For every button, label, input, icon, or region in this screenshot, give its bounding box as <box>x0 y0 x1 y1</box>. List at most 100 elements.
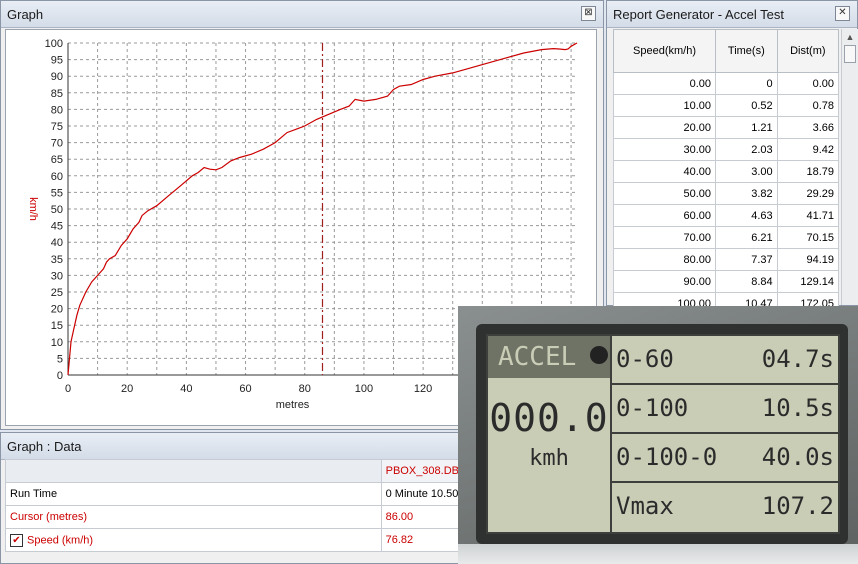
data-titlebar: Graph : Data <box>1 433 459 460</box>
scroll-up-icon[interactable]: ▲ <box>842 29 858 45</box>
x-tick-label: 0 <box>65 383 71 395</box>
table-row[interactable]: 90.00 8.84 129.14 <box>612 270 840 293</box>
report-cell: 94.19 <box>776 248 840 271</box>
report-column-header[interactable]: Time(s) <box>715 29 778 73</box>
run-time-label: Run Time <box>5 482 382 506</box>
y-tick-label: 5 <box>57 353 63 365</box>
cursor-label: Cursor (metres) <box>5 505 382 529</box>
report-cell: 8.84 <box>715 270 778 293</box>
y-tick-label: 50 <box>51 204 63 216</box>
report-cell: 3.00 <box>715 160 778 183</box>
lcd-row-value: 107.2 <box>761 492 834 520</box>
y-tick-label: 75 <box>51 121 63 133</box>
data-title: Graph : Data <box>7 438 82 454</box>
report-cell: 60.00 <box>612 204 717 227</box>
y-tick-label: 25 <box>51 287 63 299</box>
report-cell: 0.78 <box>776 94 840 117</box>
y-tick-label: 95 <box>51 55 63 67</box>
lcd-row-0-60: 0-60 04.7s <box>612 336 838 385</box>
report-cell: 90.00 <box>612 270 717 293</box>
y-tick-label: 45 <box>51 221 63 233</box>
report-cell: 29.29 <box>776 182 840 205</box>
table-row[interactable]: 40.00 3.00 18.79 <box>612 160 840 183</box>
report-cell: 9.42 <box>776 138 840 161</box>
x-tick-label: 100 <box>355 383 373 395</box>
y-tick-label: 100 <box>45 38 63 50</box>
report-cell: 50.00 <box>612 182 717 205</box>
report-cell: 3.66 <box>776 116 840 139</box>
graph-close-icon[interactable]: ⊠ <box>581 6 596 21</box>
x-tick-label: 60 <box>239 383 251 395</box>
lcd-row-key: Vmax <box>616 492 674 520</box>
y-tick-label: 80 <box>51 104 63 116</box>
y-tick-label: 65 <box>51 154 63 166</box>
report-cell: 18.79 <box>776 160 840 183</box>
y-tick-label: 0 <box>57 370 63 382</box>
table-row[interactable]: 50.00 3.82 29.29 <box>612 182 840 205</box>
y-tick-label: 10 <box>51 337 63 349</box>
report-titlebar: Report Generator - Accel Test ✕ <box>607 1 857 28</box>
report-header-row: Speed(km/h) Time(s) Dist(m) <box>612 29 840 73</box>
report-cell: 7.37 <box>715 248 778 271</box>
lcd-row-0-100-0: 0-100-0 40.0s <box>612 434 838 483</box>
table-row[interactable]: Cursor (metres) 86.00 <box>5 505 462 529</box>
table-row[interactable]: 80.00 7.37 94.19 <box>612 248 840 271</box>
report-cell: 1.21 <box>715 116 778 139</box>
data-header-row: PBOX_308.DB <box>5 459 462 483</box>
y-tick-label: 85 <box>51 88 63 100</box>
table-row[interactable]: 30.00 2.03 9.42 <box>612 138 840 161</box>
report-cell: 70.15 <box>776 226 840 249</box>
lcd-row-key: 0-100-0 <box>616 443 718 471</box>
lcd-row-key: 0-60 <box>616 345 674 373</box>
report-cell: 0 <box>715 72 778 95</box>
x-tick-label: 80 <box>299 383 311 395</box>
speed-checkbox[interactable]: ✔ <box>10 533 23 547</box>
graph-data-table: PBOX_308.DB Run Time 0 Minute 10.50 Curs… <box>5 459 462 552</box>
x-tick-label: 20 <box>121 383 133 395</box>
y-tick-label: 30 <box>51 270 63 282</box>
report-cell: 0.52 <box>715 94 778 117</box>
report-cell: 40.00 <box>612 160 717 183</box>
lcd-speed-unit: kmh <box>529 446 569 471</box>
table-row[interactable]: 70.00 6.21 70.15 <box>612 226 840 249</box>
table-row[interactable]: 20.00 1.21 3.66 <box>612 116 840 139</box>
scroll-thumb[interactable] <box>844 45 856 63</box>
table-row[interactable]: ✔ Speed (km/h) 76.82 <box>5 528 462 552</box>
report-generator-panel: Report Generator - Accel Test ✕ Speed(km… <box>606 0 858 315</box>
graph-title: Graph <box>7 6 44 22</box>
file-header: PBOX_308.DB <box>380 459 462 483</box>
y-tick-label: 35 <box>51 254 63 266</box>
report-cell: 41.71 <box>776 204 840 227</box>
x-tick-label: 40 <box>180 383 192 395</box>
lcd-row-key: 0-100 <box>616 394 689 422</box>
report-table: Speed(km/h) Time(s) Dist(m) 0.00 0 0.00 10.00… <box>612 29 840 315</box>
lcd-row-0-100: 0-100 10.5s <box>612 385 838 434</box>
lcd-row-value: 10.5s <box>761 394 834 422</box>
report-cell: 4.63 <box>715 204 778 227</box>
report-close-icon[interactable]: ✕ <box>835 6 850 21</box>
speed-label: Speed (km/h) <box>27 533 94 546</box>
y-tick-label: 55 <box>51 187 63 199</box>
report-cell: 0.00 <box>612 72 717 95</box>
table-row[interactable]: 0.00 0 0.00 <box>612 72 840 95</box>
report-column-header[interactable]: Dist(m) <box>776 29 840 73</box>
report-cell: 129.14 <box>776 270 840 293</box>
report-cell: 0.00 <box>776 72 840 95</box>
y-tick-label: 20 <box>51 304 63 316</box>
report-column-header[interactable]: Speed(km/h) <box>612 29 717 73</box>
graph-data-panel: Graph : Data PBOX_308.DB Run Time 0 Minu… <box>0 432 462 564</box>
table-row[interactable]: 10.00 0.52 0.78 <box>612 94 840 117</box>
report-body: 0.00 0 0.00 10.00 0.52 0.78 20.00 1.21 3.66 30.00… <box>612 72 840 315</box>
x-axis-label: metres <box>276 399 310 411</box>
graph-titlebar: Graph ⊠ <box>1 1 603 28</box>
device-lcd: ACCEL 000.0 kmh 0-60 04.7s 0-100 10.5s 0… <box>486 334 840 534</box>
table-row[interactable]: 60.00 4.63 41.71 <box>612 204 840 227</box>
table-row[interactable]: Run Time 0 Minute 10.50 <box>5 482 462 506</box>
speed-value: 76.82 <box>380 528 462 552</box>
report-scrollbar[interactable]: ▲ <box>841 29 858 305</box>
report-cell: 6.21 <box>715 226 778 249</box>
y-tick-label: 60 <box>51 171 63 183</box>
lcd-row-value: 04.7s <box>761 345 834 373</box>
report-cell: 20.00 <box>612 116 717 139</box>
y-tick-label: 70 <box>51 138 63 150</box>
